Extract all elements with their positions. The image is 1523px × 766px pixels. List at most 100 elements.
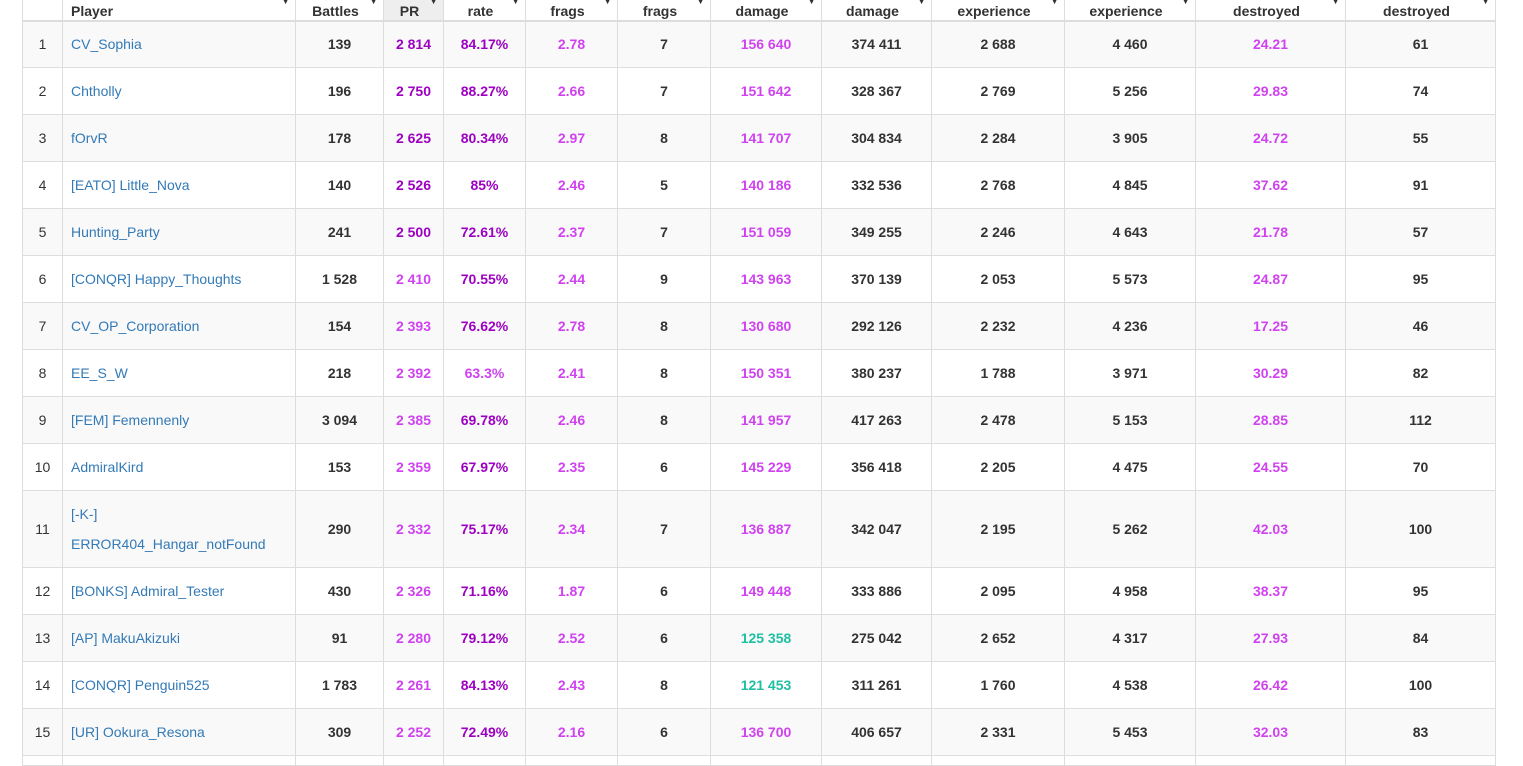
cell-avg-damage: 141 957	[710, 396, 822, 444]
column-header-max-frags[interactable]: frags ▼	[617, 0, 711, 22]
cell-rank: 2	[22, 67, 63, 115]
cell-max-destroyed: 57	[1345, 208, 1496, 256]
cell-avg-exp: 1 760	[931, 661, 1065, 709]
cell-max-exp: 4 236	[1064, 302, 1196, 350]
cell-pr: 2 410	[383, 255, 444, 303]
player-link[interactable]: Chtholly	[71, 83, 122, 99]
sort-caret-icon[interactable]: ▼	[282, 0, 289, 6]
sort-caret-icon[interactable]: ▼	[1182, 0, 1189, 6]
sort-caret-icon[interactable]: ▼	[604, 0, 611, 6]
cell-avg-frags: 2.46	[525, 396, 618, 444]
sort-caret-icon[interactable]: ▼	[1482, 0, 1489, 6]
cell-avg-exp: 2 232	[931, 302, 1065, 350]
player-link[interactable]: [-K-] ERROR404_Hangar_notFound	[71, 506, 266, 552]
cell-avg-frags: 2.35	[525, 443, 618, 491]
cell-max-exp: 5 262	[1064, 490, 1196, 568]
column-header-battles[interactable]: Battles ▼	[295, 0, 384, 22]
cell-avg-frags: 2.16	[525, 708, 618, 756]
player-link[interactable]: Hunting_Party	[71, 224, 160, 240]
sort-caret-icon[interactable]: ▼	[918, 0, 925, 6]
cell-max-destroyed: 70	[1345, 443, 1496, 491]
cell-pr: 2 526	[383, 161, 444, 209]
cell-winrate: 88.27%	[443, 67, 526, 115]
cell-battles: 154	[295, 302, 384, 350]
leaderboard-table: Player ▼ Battles ▼ PR ▼ rate ▼ frags ▼ frags ▼ damag…	[22, 0, 1496, 766]
player-link[interactable]: [EATO] Little_Nova	[71, 177, 190, 193]
player-link[interactable]: [BONKS] Admiral_Tester	[71, 583, 224, 599]
cell-max-destroyed: 55	[1345, 114, 1496, 162]
cell-avg-frags: 2.34	[525, 490, 618, 568]
cell-avg-exp: 2 053	[931, 255, 1065, 303]
sort-caret-icon[interactable]: ▼	[512, 0, 519, 6]
column-header-max-destroyed[interactable]: destroyed ▼	[1345, 0, 1496, 22]
column-header-max-experience[interactable]: experience ▼	[1064, 0, 1196, 22]
cell-rank: 14	[22, 661, 63, 709]
table-row: 4 [EATO] Little_Nova 140 2 526 85% 2.46 5 140 1…	[22, 161, 1496, 209]
cell-avg-damage: 145 229	[710, 443, 822, 491]
column-header-avg-experience[interactable]: experience ▼	[931, 0, 1065, 22]
leaderboard-table-container: Player ▼ Battles ▼ PR ▼ rate ▼ frags ▼ frags ▼ damag…	[22, 0, 1496, 766]
player-link[interactable]: fOrvR	[71, 130, 108, 146]
cell-max-exp: 3 905	[1064, 114, 1196, 162]
player-link[interactable]: CV_OP_Corporation	[71, 318, 199, 334]
cell-rank: 10	[22, 443, 63, 491]
cell-avg-frags: 2.46	[525, 161, 618, 209]
player-link[interactable]: [CONQR] Happy_Thoughts	[71, 271, 241, 287]
sort-caret-icon[interactable]: ▼	[697, 0, 704, 6]
sort-caret-icon[interactable]: ▼	[1332, 0, 1339, 6]
cell-avg-damage: 143 963	[710, 255, 822, 303]
cell-avg-frags: 2.78	[525, 20, 618, 68]
table-row: 1 CV_Sophia 139 2 814 84.17% 2.78 7 156 640 374 …	[22, 20, 1496, 68]
column-header-avg-frags[interactable]: frags ▼	[525, 0, 618, 22]
cell-max-frags: 7	[617, 20, 711, 68]
cell-max-damage: 406 657	[821, 708, 932, 756]
cell-avg-frags: 2.41	[525, 349, 618, 397]
player-link[interactable]: [CONQR] Penguin525	[71, 677, 210, 693]
cell-avg-damage: 136 887	[710, 490, 822, 568]
column-header-rank	[22, 0, 63, 22]
cell-max-frags: 6	[617, 567, 711, 615]
column-header-avg-damage[interactable]: damage ▼	[710, 0, 822, 22]
sort-caret-icon[interactable]: ▼	[370, 0, 377, 6]
column-header-label: frags	[642, 2, 678, 19]
cell-max-frags: 8	[617, 302, 711, 350]
cell-battles: 290	[295, 490, 384, 568]
cell-avg-frags: 2.43	[525, 661, 618, 709]
cell-pr: 2 280	[383, 614, 444, 662]
table-row: 11 [-K-] ERROR404_Hangar_notFound 290 2 332…	[22, 490, 1496, 568]
cell-max-damage: 311 261	[821, 661, 932, 709]
cell-avg-damage: 156 640	[710, 20, 822, 68]
player-link[interactable]: EE_S_W	[71, 365, 128, 381]
cell-player: [EATO] Little_Nova	[62, 161, 296, 209]
cell-max-exp: 4 958	[1064, 567, 1196, 615]
column-header-pr[interactable]: PR ▼	[383, 0, 444, 22]
table-row: 8 EE_S_W 218 2 392 63.3% 2.41 8 150 351 380 237 1…	[22, 349, 1496, 397]
sort-caret-icon[interactable]: ▼	[1051, 0, 1058, 6]
column-header-avg-destroyed[interactable]: destroyed ▼	[1195, 0, 1346, 22]
cell-avg-frags: 2.78	[525, 302, 618, 350]
column-header-player[interactable]: Player ▼	[62, 0, 296, 22]
cell-max-destroyed: 95	[1345, 567, 1496, 615]
sort-caret-icon[interactable]: ▼	[430, 0, 437, 6]
cell-max-destroyed: 83	[1345, 708, 1496, 756]
column-header-winrate[interactable]: rate ▼	[443, 0, 526, 22]
player-link[interactable]: [UR] Ookura_Resona	[71, 724, 205, 740]
column-header-label: experience	[1089, 2, 1163, 19]
column-header-label: damage	[846, 2, 899, 19]
cell-max-exp: 4 317	[1064, 614, 1196, 662]
cell-player: [-K-] ERROR404_Hangar_notFound	[62, 490, 296, 568]
cell-max-damage: 328 367	[821, 67, 932, 115]
player-link[interactable]: [FEM] Femennenly	[71, 412, 189, 428]
cell-avg-destroyed: 32.03	[1195, 708, 1346, 756]
player-link[interactable]: CV_Sophia	[71, 36, 142, 52]
player-link[interactable]: [AP] MakuAkizuki	[71, 630, 180, 646]
player-link[interactable]: AdmiralKird	[71, 459, 143, 475]
cell-max-destroyed: 112	[1345, 396, 1496, 444]
cell-avg-exp: 2 688	[931, 20, 1065, 68]
sort-caret-icon[interactable]: ▼	[808, 0, 815, 6]
cell-player: CV_OP_Corporation	[62, 302, 296, 350]
cell-max-exp: 5 153	[1064, 396, 1196, 444]
cell-player: [UR] Ookura_Resona	[62, 708, 296, 756]
cell-rank: 7	[22, 302, 63, 350]
column-header-max-damage[interactable]: damage ▼	[821, 0, 932, 22]
